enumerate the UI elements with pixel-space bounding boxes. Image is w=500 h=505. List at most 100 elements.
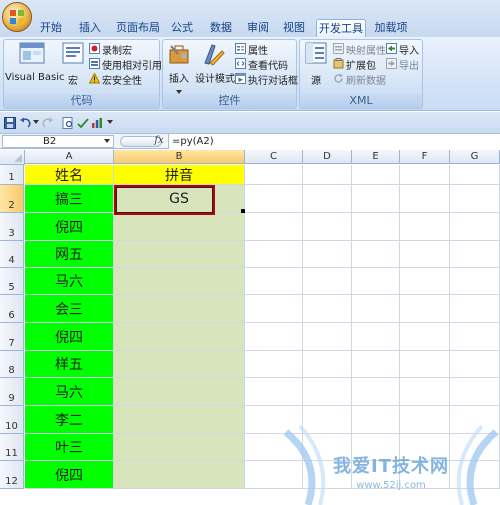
xml-source-button[interactable]: 源 [302,42,330,92]
record-macro-button[interactable]: 录制宏 [89,42,159,57]
expansion-packs-button[interactable]: 扩展包 [333,57,383,72]
cell-c4[interactable] [245,241,303,268]
row-header-9[interactable]: 9 [0,378,24,406]
refresh-data-button[interactable]: 刷新数据 [333,72,386,87]
column-header-b[interactable]: B [114,150,245,164]
tab-4[interactable]: 数据 [207,19,235,37]
cell-c5[interactable] [245,268,303,295]
cell-f6[interactable] [400,295,450,323]
cell-g4[interactable] [450,241,500,268]
print-preview-icon[interactable] [62,117,74,129]
cell-g2[interactable] [450,185,500,213]
cell-d4[interactable] [303,241,352,268]
cell-e1[interactable] [352,165,400,185]
tab-3[interactable]: 公式 [168,19,196,37]
cell-a5[interactable]: 马六 [25,268,114,295]
row-header-11[interactable]: 11 [0,434,24,461]
cell-g3[interactable] [450,213,500,241]
save-icon[interactable] [4,117,16,129]
cell-b11[interactable] [114,434,245,461]
cell-g5[interactable] [450,268,500,295]
cell-a10[interactable]: 李二 [25,406,114,434]
cell-e9[interactable] [352,378,400,406]
macro-security-button[interactable]: 宏安全性 [89,72,159,87]
row-header-2[interactable]: 2 [0,185,24,213]
cell-b10[interactable] [114,406,245,434]
redo-icon[interactable] [42,117,54,129]
row-header-8[interactable]: 8 [0,351,24,378]
cell-a7[interactable]: 倪四 [25,323,114,351]
column-header-g[interactable]: G [450,150,500,164]
row-header-10[interactable]: 10 [0,406,24,434]
tab-2[interactable]: 页面布局 [114,19,162,37]
cell-g9[interactable] [450,378,500,406]
select-all-corner[interactable] [0,150,25,165]
cell-c3[interactable] [245,213,303,241]
column-header-c[interactable]: C [245,150,303,164]
tab-8[interactable]: 加载项 [372,19,410,37]
cell-c8[interactable] [245,351,303,378]
export-button[interactable]: 导出 [386,57,422,72]
formula-input[interactable]: =py(A2) [168,134,500,149]
cell-e7[interactable] [352,323,400,351]
cell-b9[interactable] [114,378,245,406]
map-properties-button[interactable]: 映射属性 [333,42,386,57]
cell-c7[interactable] [245,323,303,351]
cell-b12[interactable] [114,461,245,489]
cell-d9[interactable] [303,378,352,406]
cell-a9[interactable]: 马六 [25,378,114,406]
cell-g1[interactable] [450,165,500,185]
cell-a2[interactable]: 搞三 [25,185,114,213]
design-mode-button[interactable]: 设计模式 [195,42,235,92]
cell-e5[interactable] [352,268,400,295]
import-button[interactable]: 导入 [386,42,422,57]
cell-f2[interactable] [400,185,450,213]
cell-e2[interactable] [352,185,400,213]
properties-button[interactable]: 属性 [235,42,295,57]
row-header-4[interactable]: 4 [0,241,24,268]
cell-d2[interactable] [303,185,352,213]
tab-6[interactable]: 视图 [280,19,308,37]
cell-d5[interactable] [303,268,352,295]
customize-qat-icon[interactable] [107,120,113,124]
macro-button[interactable]: 宏 [60,42,86,92]
visual-basic-button[interactable]: Visual Basic [5,42,65,92]
cell-c2[interactable] [245,185,303,213]
cell-f9[interactable] [400,378,450,406]
cell-f4[interactable] [400,241,450,268]
insert-control-button[interactable]: 插入 [164,42,194,94]
cell-b3[interactable] [114,213,245,241]
cell-b6[interactable] [114,295,245,323]
cell-b1[interactable]: 拼音 [114,165,245,185]
cell-c6[interactable] [245,295,303,323]
tab-7[interactable]: 开发工具 [316,19,366,37]
cell-a6[interactable]: 会三 [25,295,114,323]
cell-b5[interactable] [114,268,245,295]
column-header-f[interactable]: F [400,150,450,164]
cell-g8[interactable] [450,351,500,378]
insert-function-button[interactable]: fx [152,134,166,149]
cell-f7[interactable] [400,323,450,351]
row-header-1[interactable]: 1 [0,165,24,185]
run-dialog-button[interactable]: 执行对话框 [235,72,298,87]
tab-1[interactable]: 插入 [76,19,104,37]
cell-a11[interactable]: 叶三 [25,434,114,461]
undo-icon[interactable] [19,117,31,129]
cell-d1[interactable] [303,165,352,185]
cell-g7[interactable] [450,323,500,351]
cell-b8[interactable] [114,351,245,378]
cell-f1[interactable] [400,165,450,185]
column-header-d[interactable]: D [303,150,352,164]
relative-reference-button[interactable]: 使用相对引用 [89,57,162,72]
cell-d6[interactable] [303,295,352,323]
cell-f8[interactable] [400,351,450,378]
cell-d7[interactable] [303,323,352,351]
cell-a8[interactable]: 样五 [25,351,114,378]
cell-d8[interactable] [303,351,352,378]
row-header-6[interactable]: 6 [0,295,24,323]
cell-a12[interactable]: 倪四 [25,461,114,489]
name-box-dropdown-icon[interactable] [104,139,110,143]
cell-f5[interactable] [400,268,450,295]
cell-e4[interactable] [352,241,400,268]
cell-g6[interactable] [450,295,500,323]
